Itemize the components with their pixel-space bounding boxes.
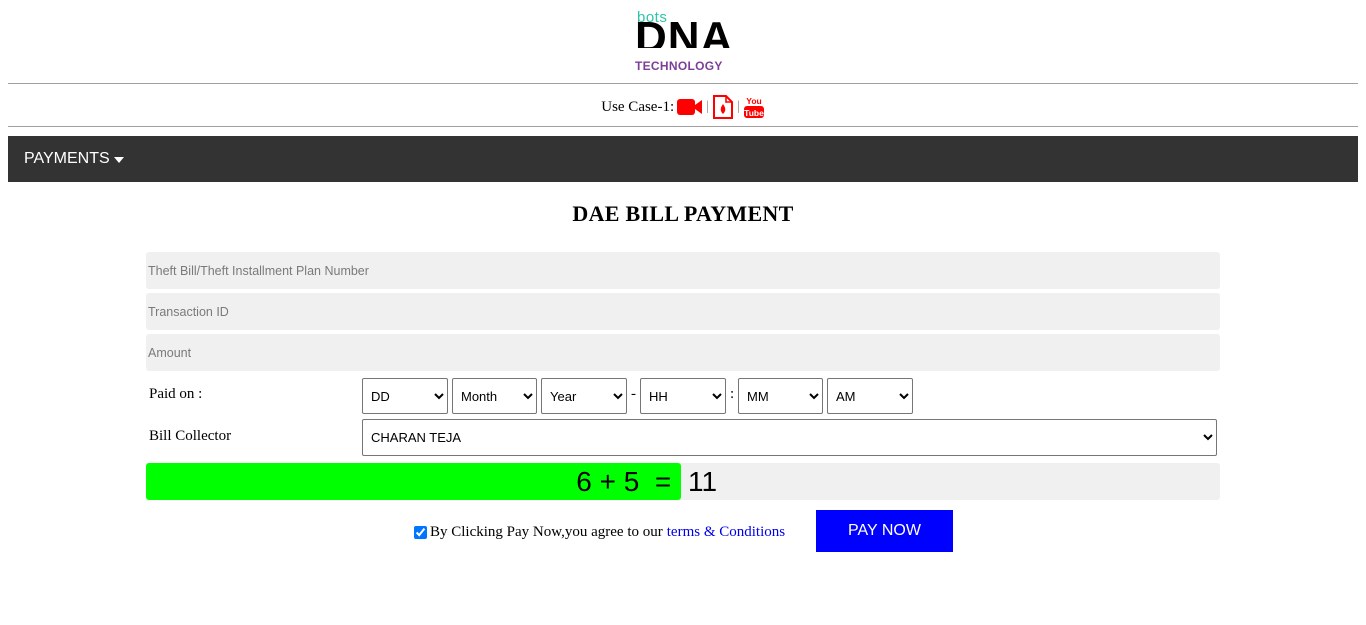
ampm-select[interactable]: AM bbox=[827, 378, 913, 414]
year-select[interactable]: Year bbox=[541, 378, 627, 414]
bill-collector-select[interactable]: CHARAN TEJA bbox=[362, 419, 1217, 456]
transaction-id-input[interactable] bbox=[146, 293, 1220, 330]
use-case-row: Use Case-1: | | You Tube bbox=[0, 93, 1366, 121]
navbar: PAYMENTS bbox=[8, 136, 1358, 182]
month-select[interactable]: Month bbox=[452, 378, 537, 414]
logo-technology-text: TECHNOLOGY bbox=[635, 59, 723, 73]
amount-input[interactable] bbox=[146, 334, 1220, 371]
page-title: DAE BILL PAYMENT bbox=[572, 201, 794, 226]
top-divider bbox=[8, 83, 1358, 84]
bots-dna-logo: bots DNA TECHNOLOGY bbox=[634, 6, 734, 76]
mid-divider bbox=[8, 126, 1358, 127]
payments-menu-label: PAYMENTS bbox=[24, 150, 110, 167]
paid-on-label: Paid on : bbox=[149, 386, 203, 402]
caret-down-icon bbox=[113, 157, 124, 163]
bill-number-input[interactable] bbox=[146, 252, 1220, 289]
youtube-icon[interactable]: You Tube bbox=[743, 95, 765, 119]
pay-now-button[interactable]: PAY NOW bbox=[816, 510, 953, 552]
minute-select[interactable]: MM bbox=[738, 378, 823, 414]
svg-text:You: You bbox=[746, 96, 761, 106]
terms-link[interactable]: terms & Conditions bbox=[667, 524, 785, 541]
date-time-separator: - bbox=[631, 386, 636, 402]
header-logo-area: bots DNA TECHNOLOGY bbox=[0, 6, 1366, 76]
captcha-answer-input[interactable] bbox=[686, 463, 1218, 500]
video-icon[interactable] bbox=[677, 98, 703, 116]
time-separator: : bbox=[730, 386, 735, 402]
agree-text: By Clicking Pay Now,you agree to our bbox=[430, 523, 663, 540]
use-case-separator: | bbox=[706, 99, 709, 114]
hour-select[interactable]: HH bbox=[640, 378, 726, 414]
bill-collector-label: Bill Collector bbox=[149, 428, 232, 444]
use-case-label: Use Case-1: bbox=[601, 98, 675, 115]
day-select[interactable]: DD bbox=[362, 378, 448, 414]
captcha-question: 6 + 5 = bbox=[146, 463, 681, 500]
payments-menu[interactable]: PAYMENTS bbox=[24, 136, 124, 182]
use-case-separator: | bbox=[736, 99, 740, 114]
pdf-file-icon[interactable] bbox=[712, 95, 734, 119]
logo-dna-text: DNA bbox=[635, 16, 734, 48]
agree-checkbox[interactable] bbox=[414, 525, 427, 539]
svg-text:Tube: Tube bbox=[744, 108, 764, 118]
agree-row: By Clicking Pay Now,you agree to our ter… bbox=[414, 521, 785, 543]
